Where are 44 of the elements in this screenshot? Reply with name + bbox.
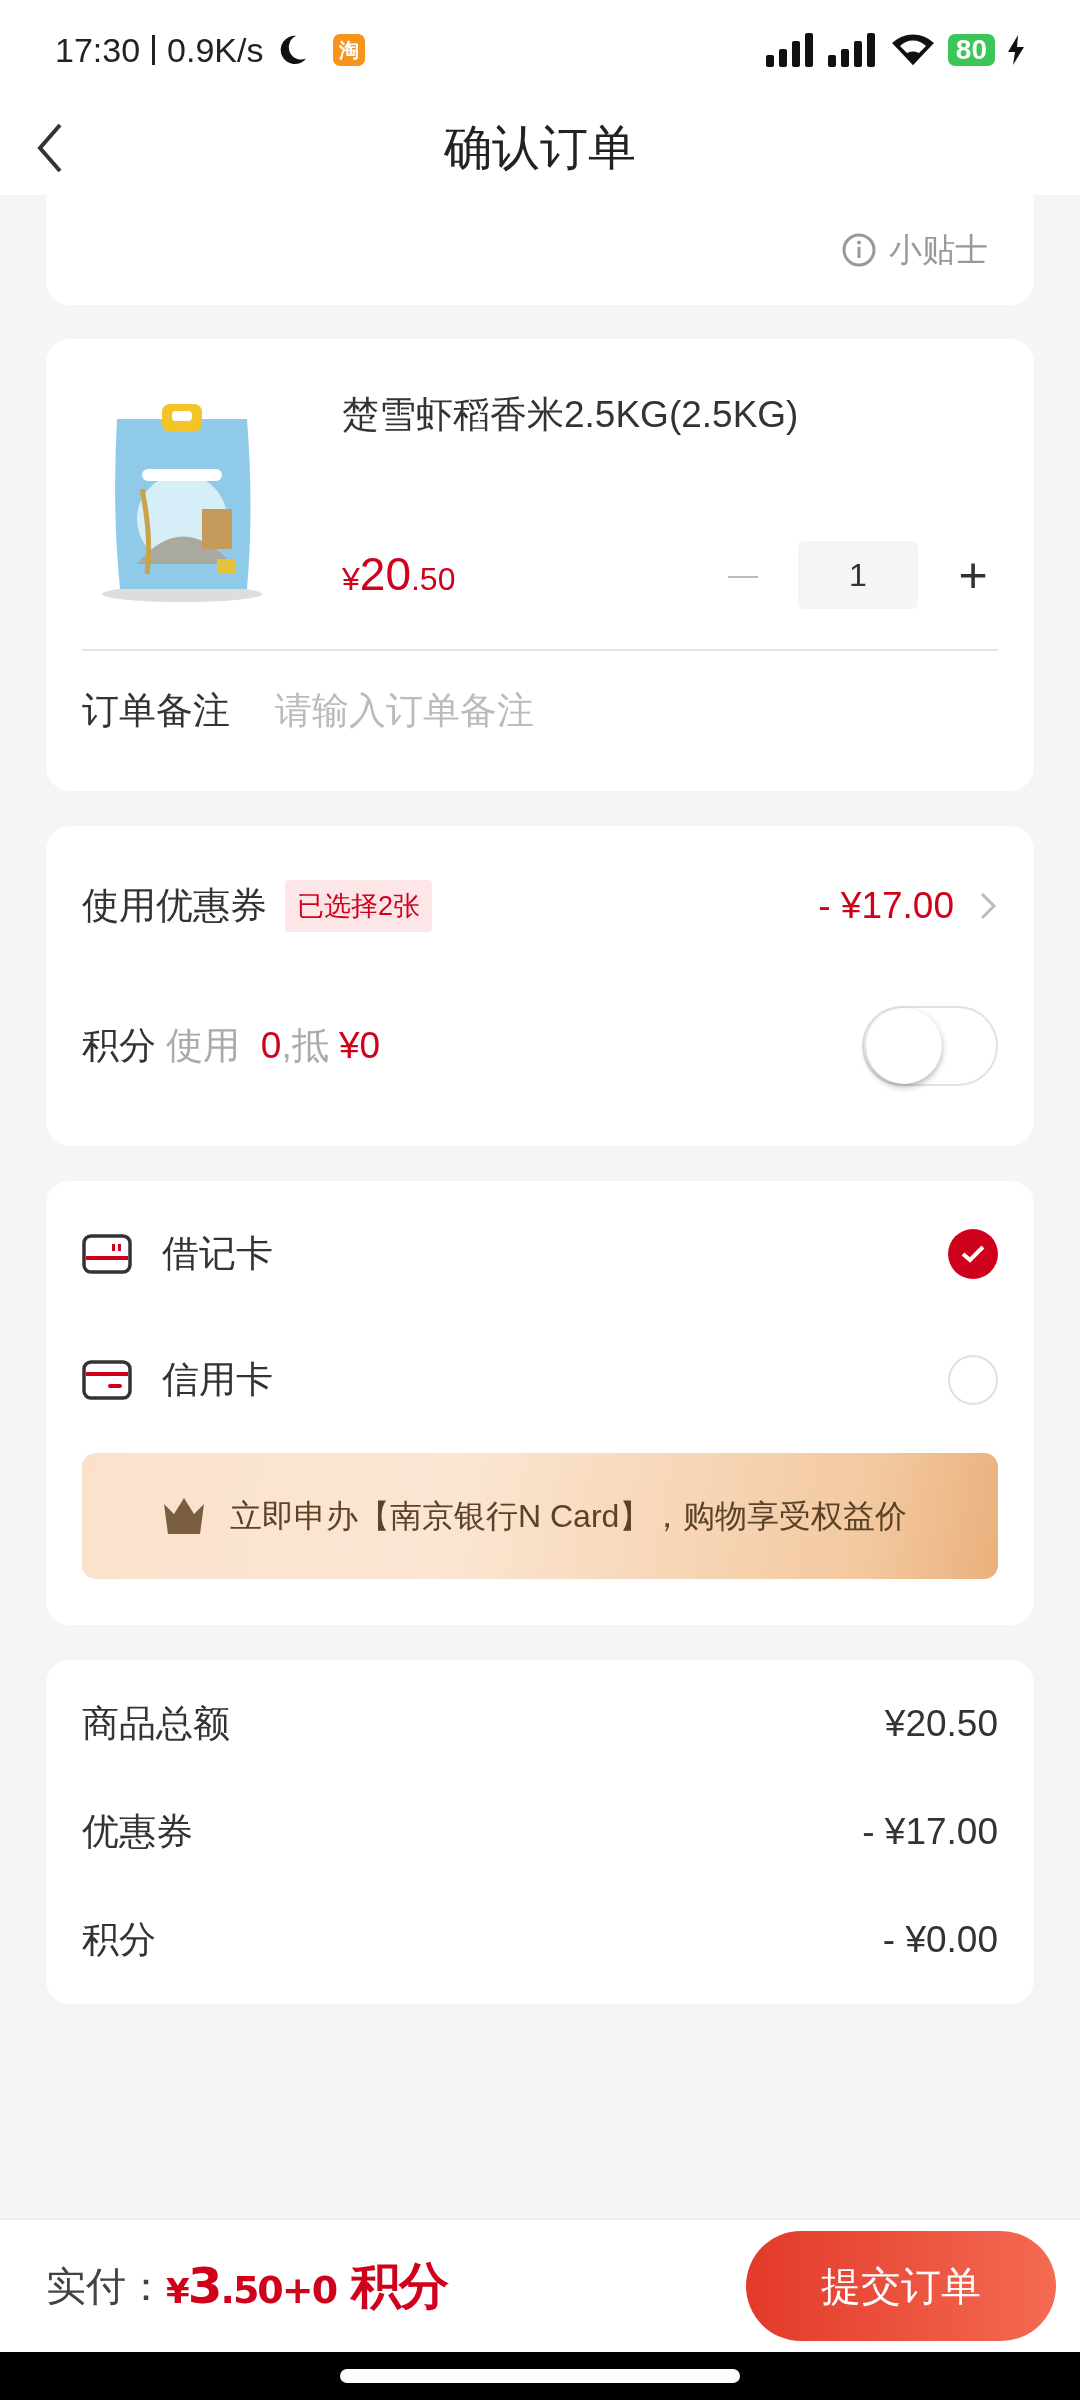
back-icon bbox=[36, 122, 64, 174]
coupon-tag: 已选择2张 bbox=[285, 879, 433, 933]
note-field[interactable]: 请输入订单备注 bbox=[275, 683, 998, 739]
quantity-field[interactable]: 1 bbox=[798, 540, 918, 609]
product-name: 楚雪虾稻香米2.5KG(2.5KG) bbox=[342, 393, 800, 437]
payment-option[interactable]: 信用卡 bbox=[82, 1317, 998, 1443]
chevron-right-icon bbox=[978, 890, 998, 922]
total-amount: ¥3.50+0 积分 bbox=[166, 2255, 448, 2317]
battery-level: 80 bbox=[947, 34, 995, 66]
increase-button[interactable]: + bbox=[948, 549, 998, 600]
crown-icon bbox=[162, 1496, 206, 1536]
summary-label: 优惠券 bbox=[82, 1810, 193, 1855]
summary-label: 商品总额 bbox=[82, 1702, 230, 1747]
signal-icon bbox=[765, 33, 816, 67]
charging-icon bbox=[1007, 35, 1025, 65]
home-indicator[interactable] bbox=[340, 2369, 740, 2383]
price: ¥20.50 bbox=[342, 547, 456, 602]
coupon-amount: - ¥17.00 bbox=[818, 884, 954, 929]
submit-button[interactable]: 提交订单 bbox=[746, 2231, 1056, 2341]
app-badge: 淘 bbox=[333, 34, 366, 66]
payment-label: 借记卡 bbox=[162, 1232, 274, 1277]
radio-button[interactable] bbox=[948, 1355, 998, 1405]
total-label: 实付： bbox=[46, 2263, 166, 2310]
info-icon bbox=[841, 232, 877, 268]
summary-value: - ¥0.00 bbox=[882, 1918, 998, 1963]
promo-text: 立即申办【南京银行N Card】，购物享受权益价 bbox=[230, 1497, 908, 1536]
card-icon bbox=[82, 1360, 132, 1400]
points-text: 积分 使用 0,抵 ¥0 bbox=[82, 1024, 381, 1069]
signal-icon bbox=[827, 33, 878, 67]
summary-value: - ¥17.00 bbox=[862, 1810, 998, 1855]
summary-label: 积分 bbox=[82, 1918, 156, 1963]
payment-option[interactable]: 借记卡 bbox=[82, 1191, 998, 1317]
summary-value: ¥20.50 bbox=[884, 1702, 998, 1747]
note-label: 订单备注 bbox=[82, 689, 230, 734]
payment-label: 信用卡 bbox=[162, 1358, 274, 1403]
radio-button[interactable] bbox=[948, 1229, 998, 1279]
network-speed: 0.9K/s bbox=[167, 29, 264, 71]
clock: 17:30 bbox=[55, 29, 141, 71]
coupon-label: 使用优惠券 bbox=[82, 884, 267, 929]
wifi-icon bbox=[889, 33, 936, 67]
page-title: 确认订单 bbox=[444, 119, 636, 176]
card-icon bbox=[82, 1234, 132, 1274]
promo-banner[interactable]: 立即申办【南京银行N Card】，购物享受权益价 bbox=[82, 1453, 998, 1579]
check-icon bbox=[960, 1244, 986, 1264]
